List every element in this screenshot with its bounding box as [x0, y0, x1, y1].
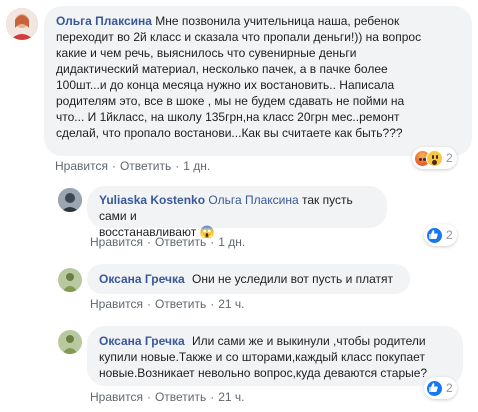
comment-bubble: Оксана Гречка Или сами же и выкинули ,чт… [87, 326, 463, 386]
comment-time[interactable]: 21 ч. [218, 390, 244, 404]
comment-actions: Нравится · Ответить · 1 дн. [55, 159, 211, 173]
comment-bubble: Оксана Гречка Они не уследили вот пусть … [87, 264, 410, 294]
comment-time[interactable]: 1 дн. [183, 159, 210, 173]
comment-actions: Нравится · Ответить · 21 ч. [90, 390, 245, 404]
like-button[interactable]: Нравится [90, 235, 143, 249]
avatar[interactable] [58, 268, 82, 292]
comment-bubble: Ольга Плаксина Мне позвонила учительница… [44, 6, 472, 156]
like-button[interactable]: Нравится [90, 297, 143, 311]
comment-text: Мне позвонила учительница наша, ребенок … [56, 14, 422, 140]
reply-button[interactable]: Ответить [155, 297, 206, 311]
thumbs-up-icon [429, 382, 438, 392]
reactions-badge[interactable]: 2 [412, 147, 457, 169]
comment-actions: Нравится · Ответить · 21 ч. [90, 297, 245, 311]
comment-author[interactable]: Ольга Плаксина [56, 14, 152, 28]
reactions-badge[interactable]: 2 [424, 224, 457, 246]
avatar-photo-icon [58, 268, 82, 292]
avatar[interactable] [6, 8, 38, 40]
thumbs-up-icon [429, 229, 438, 239]
like-reaction-icon [426, 379, 443, 397]
comment-bubble: Yuliaska Kostenko Ольга Плаксина так пус… [87, 186, 387, 239]
like-button[interactable]: Нравится [90, 390, 143, 404]
wow-reaction-icon [426, 149, 443, 167]
reactions-badge[interactable]: 2 [424, 377, 457, 399]
comment-author[interactable]: Оксана Гречка [99, 272, 185, 286]
comment-actions: Нравится · Ответить · 1 дн. [90, 235, 246, 249]
mention-link[interactable]: Ольга Плаксина [208, 193, 298, 207]
reply-button[interactable]: Ответить [155, 235, 206, 249]
comment-author[interactable]: Оксана Гречка [99, 334, 185, 348]
reaction-count: 2 [446, 151, 453, 165]
avatar-photo-icon [6, 8, 38, 40]
like-button[interactable]: Нравится [55, 159, 108, 173]
like-reaction-icon [426, 226, 443, 244]
reply-button[interactable]: Ответить [120, 159, 171, 173]
avatar-photo-icon [58, 188, 82, 212]
comment-author[interactable]: Yuliaska Kostenko [99, 193, 205, 207]
reaction-count: 2 [446, 228, 453, 242]
comment-time[interactable]: 1 дн. [218, 235, 245, 249]
avatar[interactable] [58, 330, 82, 354]
reaction-count: 2 [446, 381, 453, 395]
avatar[interactable] [58, 188, 82, 212]
comment-text: Они не уследили вот пусть и платят [191, 272, 394, 286]
comment-time[interactable]: 21 ч. [218, 297, 244, 311]
avatar-photo-icon [58, 330, 82, 354]
reply-button[interactable]: Ответить [155, 390, 206, 404]
